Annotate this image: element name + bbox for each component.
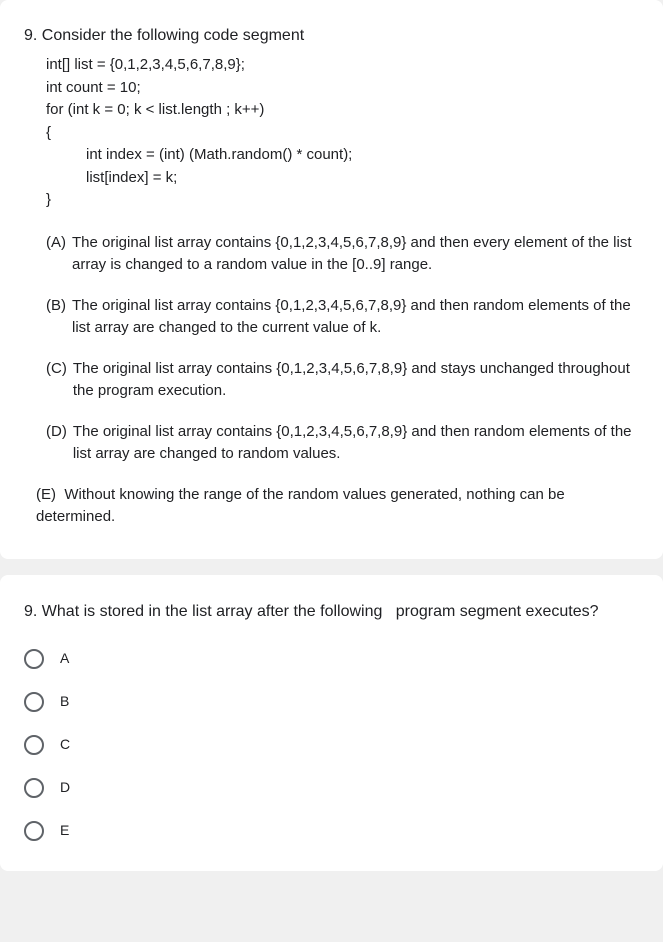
- radio-label: C: [60, 734, 70, 755]
- option-label: (B): [46, 295, 66, 340]
- radio-icon: [24, 649, 44, 669]
- radio-icon: [24, 778, 44, 798]
- question-card-2: 9. What is stored in the list array afte…: [0, 575, 663, 872]
- question-title: 9. Consider the following code segment: [24, 24, 639, 48]
- answer-options: (A) The original list array contains {0,…: [46, 232, 639, 466]
- radio-icon: [24, 821, 44, 841]
- option-e: (E) Without knowing the range of the ran…: [36, 484, 639, 529]
- option-text: The original list array contains {0,1,2,…: [73, 358, 639, 403]
- radio-label: A: [60, 648, 69, 669]
- radio-option-d[interactable]: D: [24, 777, 639, 798]
- code-line: }: [46, 189, 639, 212]
- code-segment: int[] list = {0,1,2,3,4,5,6,7,8,9}; int …: [46, 54, 639, 212]
- radio-option-c[interactable]: C: [24, 734, 639, 755]
- option-a: (A) The original list array contains {0,…: [46, 232, 639, 277]
- code-line: for (int k = 0; k < list.length ; k++): [46, 99, 639, 122]
- option-label: (A): [46, 232, 66, 277]
- option-text: Without knowing the range of the random …: [36, 486, 565, 526]
- option-label: (E): [36, 486, 56, 503]
- radio-icon: [24, 692, 44, 712]
- code-line: list[index] = k;: [86, 167, 639, 190]
- code-line: int index = (int) (Math.random() * count…: [86, 144, 639, 167]
- option-text: The original list array contains {0,1,2,…: [72, 232, 639, 277]
- radio-icon: [24, 735, 44, 755]
- question-card-1: 9. Consider the following code segment i…: [0, 0, 663, 559]
- radio-option-a[interactable]: A: [24, 648, 639, 669]
- radio-label: E: [60, 820, 69, 841]
- option-text: The original list array contains {0,1,2,…: [72, 295, 639, 340]
- radio-option-e[interactable]: E: [24, 820, 639, 841]
- option-b: (B) The original list array contains {0,…: [46, 295, 639, 340]
- code-line: int count = 10;: [46, 77, 639, 100]
- option-label: (D): [46, 421, 67, 466]
- option-label: (C): [46, 358, 67, 403]
- option-c: (C) The original list array contains {0,…: [46, 358, 639, 403]
- option-d: (D) The original list array contains {0,…: [46, 421, 639, 466]
- radio-label: D: [60, 777, 70, 798]
- code-line: int[] list = {0,1,2,3,4,5,6,7,8,9};: [46, 54, 639, 77]
- question-title: 9. What is stored in the list array afte…: [24, 599, 639, 625]
- radio-label: B: [60, 691, 69, 712]
- code-line: {: [46, 122, 639, 145]
- option-text: The original list array contains {0,1,2,…: [73, 421, 639, 466]
- radio-option-b[interactable]: B: [24, 691, 639, 712]
